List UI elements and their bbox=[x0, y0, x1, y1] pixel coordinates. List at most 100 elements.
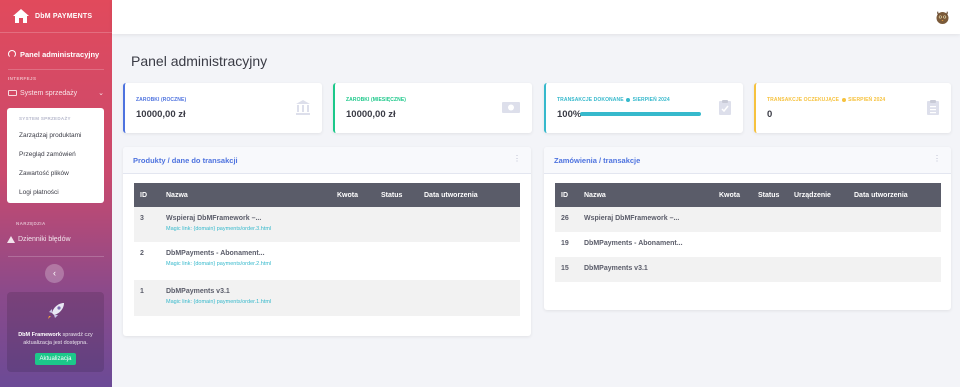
dot-icon bbox=[841, 97, 846, 102]
row-name[interactable]: DbMPayments v3.1 bbox=[166, 288, 325, 295]
magic-link[interactable]: Magic link: {domain} payments/order.3.ht… bbox=[166, 226, 325, 232]
submenu-heading: SYSTEM SPRZEDAŻY bbox=[19, 116, 71, 121]
brand-name: DbM PAYMENTS bbox=[35, 12, 93, 20]
column-header-name: Nazwa bbox=[160, 183, 331, 207]
nav-system-sales[interactable]: System sprzedaży ⌄ bbox=[0, 81, 112, 105]
column-header-created: Data utworzenia bbox=[848, 183, 941, 207]
row-name-cell: Wspieraj DbMFramework –... Magic link: {d… bbox=[160, 207, 331, 242]
table-header-row: ID Nazwa Kwota Status Urządzenie Data ut… bbox=[555, 183, 941, 207]
column-header-amount: Kwota bbox=[713, 183, 752, 207]
sidebar-divider bbox=[8, 69, 104, 70]
brand[interactable]: DbM PAYMENTS bbox=[0, 0, 112, 33]
row-id: 2 bbox=[140, 250, 144, 257]
row-name[interactable]: DbMPayments - Abonament... bbox=[584, 240, 707, 247]
submenu-item-products[interactable]: Zarządzaj produktami bbox=[7, 126, 104, 145]
promo-text: DbM Framework sprawdź czy aktualizacja j… bbox=[7, 331, 104, 347]
column-header-status: Status bbox=[375, 183, 418, 207]
table-row[interactable]: 3 Wspieraj DbMFramework –... Magic link: … bbox=[134, 207, 520, 242]
row-name[interactable]: DbMPayments v3.1 bbox=[584, 265, 707, 272]
row-name-cell: DbMPayments - Abonament... Magic link: {d… bbox=[160, 242, 331, 280]
nav-dashboard[interactable]: Panel administracyjny bbox=[0, 33, 112, 63]
column-header-amount: Kwota bbox=[331, 183, 375, 207]
row-id: 26 bbox=[555, 207, 578, 232]
row-name[interactable]: Wspieraj DbMFramework –... bbox=[584, 215, 707, 222]
stat-card-pending: TRANSAKCJE OCZEKUJĄCE SIERPIEŃ 2024 0 bbox=[754, 83, 951, 133]
heading-tools: NARZĘDZIA bbox=[16, 221, 46, 226]
row-name-cell: DbMPayments - Abonament... bbox=[578, 232, 713, 257]
clipboard-list-icon bbox=[927, 100, 939, 115]
magic-link[interactable]: Magic link: {domain} payments/order.1.ht… bbox=[166, 299, 325, 305]
column-header-created: Data utworzenia bbox=[418, 183, 520, 207]
submenu-item-files[interactable]: Zawartość plików bbox=[7, 164, 104, 183]
products-table: ID Nazwa Kwota Status Data utworzenia 3 … bbox=[134, 183, 520, 316]
row-name-cell: DbMPayments v3.1 bbox=[578, 257, 713, 282]
update-promo: DbM Framework sprawdź czy aktualizacja j… bbox=[7, 292, 104, 372]
chevron-down-icon: ⌄ bbox=[98, 90, 104, 97]
stat-card-monthly: ZAROBKI (MIESIĘCZNE) 10000,00 zł bbox=[333, 83, 532, 133]
nav-error-logs-label: Dzienniki błędów bbox=[18, 236, 71, 243]
column-header-device: Urządzenie bbox=[788, 183, 848, 207]
row-id: 19 bbox=[561, 240, 569, 247]
table-row[interactable]: 26 Wspieraj DbMFramework –... bbox=[555, 207, 941, 232]
stat-label: TRANSAKCJE OCZEKUJĄCE SIERPIEŃ 2024 bbox=[767, 97, 951, 103]
row-id: 1 bbox=[134, 280, 160, 316]
submenu: SYSTEM SPRZEDAŻY Zarządzaj produktami Pr… bbox=[7, 108, 104, 203]
table-row[interactable]: 1 DbMPayments v3.1 Magic link: {domain} p… bbox=[134, 280, 520, 316]
sidebar: DbM PAYMENTS Panel administracyjny INTER… bbox=[0, 0, 112, 387]
row-id: 3 bbox=[134, 207, 160, 242]
promo-brand: DbM Framework bbox=[18, 332, 61, 338]
column-header-id: ID bbox=[134, 183, 160, 207]
column-header-id: ID bbox=[555, 183, 578, 207]
stat-card-yearly: ZAROBKI (ROCZNE) 10000,00 zł bbox=[123, 83, 322, 133]
submenu-item-logs[interactable]: Logi płatności bbox=[7, 183, 104, 202]
stat-label-a: TRANSAKCJE DOKONANE bbox=[557, 97, 624, 103]
rocket-icon bbox=[47, 303, 64, 319]
sidebar-divider-2 bbox=[8, 256, 104, 257]
table-header-row: ID Nazwa Kwota Status Data utworzenia bbox=[134, 183, 520, 207]
row-name-cell: DbMPayments v3.1 Magic link: {domain} pay… bbox=[160, 280, 331, 316]
row-name[interactable]: DbMPayments - Abonament... bbox=[166, 250, 325, 257]
warning-icon bbox=[7, 236, 15, 243]
stat-value: 0 bbox=[767, 109, 773, 120]
products-panel-title: Produkty / dane do transakcji bbox=[133, 156, 238, 165]
row-name[interactable]: Wspieraj DbMFramework –... bbox=[166, 215, 325, 222]
dashboard-icon bbox=[8, 50, 16, 58]
nav-dashboard-label: Panel administracyjny bbox=[20, 49, 100, 59]
table-row[interactable]: 15 DbMPayments v3.1 bbox=[555, 257, 941, 282]
money-icon bbox=[502, 102, 520, 113]
nav-error-logs[interactable]: Dzienniki błędów bbox=[7, 236, 71, 243]
orders-panel: Zamówienia / transakcje ⋮ ID Nazwa Kwota… bbox=[544, 147, 951, 310]
table-row[interactable]: 19 DbMPayments - Abonament... bbox=[555, 232, 941, 257]
stat-card-completed: TRANSAKCJE DOKONANE SIERPIEŃ 2024 100% bbox=[544, 83, 743, 133]
orders-table: ID Nazwa Kwota Status Urządzenie Data ut… bbox=[555, 183, 941, 282]
user-avatar-icon[interactable] bbox=[935, 9, 950, 25]
products-panel-header: Produkty / dane do transakcji ⋮ bbox=[123, 147, 531, 174]
system-icon bbox=[8, 90, 17, 96]
stat-label-b: SIERPIEŃ 2024 bbox=[848, 97, 886, 103]
table-row[interactable]: 2 DbMPayments - Abonament... Magic link: … bbox=[134, 242, 520, 280]
orders-panel-header: Zamówienia / transakcje ⋮ bbox=[544, 147, 951, 174]
bank-icon bbox=[296, 100, 310, 115]
clipboard-check-icon bbox=[719, 100, 731, 115]
orders-panel-title: Zamówienia / transakcje bbox=[554, 156, 641, 165]
products-panel: Produkty / dane do transakcji ⋮ ID Nazwa… bbox=[123, 147, 531, 336]
more-options-icon[interactable]: ⋮ bbox=[513, 154, 521, 163]
home-icon bbox=[13, 9, 29, 23]
row-id: 15 bbox=[555, 257, 578, 282]
update-button[interactable]: Aktualizacja bbox=[35, 353, 76, 365]
column-header-name: Nazwa bbox=[578, 183, 713, 207]
row-name-cell: Wspieraj DbMFramework –... bbox=[578, 207, 713, 232]
more-options-icon[interactable]: ⋮ bbox=[933, 154, 941, 163]
page-title: Panel administracyjny bbox=[131, 53, 268, 69]
dot-icon bbox=[626, 97, 631, 102]
nav-system-label: System sprzedaży bbox=[20, 89, 78, 97]
column-header-status: Status bbox=[752, 183, 788, 207]
submenu-item-orders[interactable]: Przegląd zamówień bbox=[7, 145, 104, 164]
topbar bbox=[112, 0, 960, 34]
sidebar-toggle-button[interactable]: ‹ bbox=[45, 264, 64, 283]
stat-label-a: TRANSAKCJE OCZEKUJĄCE bbox=[767, 97, 840, 103]
stat-label: TRANSAKCJE DOKONANE SIERPIEŃ 2024 bbox=[557, 97, 743, 103]
magic-link[interactable]: Magic link: {domain} payments/order.2.ht… bbox=[166, 261, 325, 267]
stat-label-b: SIERPIEŃ 2024 bbox=[632, 97, 670, 103]
progress-fill bbox=[580, 112, 701, 116]
